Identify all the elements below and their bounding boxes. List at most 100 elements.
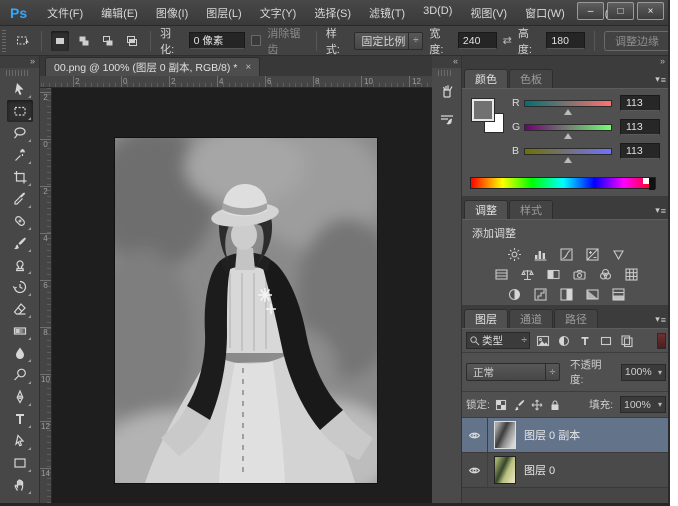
color-lookup-icon[interactable] [622,266,640,283]
minimize-button[interactable]: – [577,2,604,20]
menu-item-3d[interactable]: 3D(D) [415,1,460,25]
rectangular-marquee-tool[interactable] [7,100,33,122]
menu-item-layer[interactable]: 图层(L) [198,1,249,25]
refine-edge-button[interactable]: 调整边缘 [604,31,670,51]
tool-preset-picker[interactable] [14,31,32,51]
fill-input[interactable]: 100% ▾ [620,396,666,413]
pen-tool[interactable] [7,386,33,408]
swap-dimensions-icon[interactable]: ⇄ [503,34,512,47]
height-input[interactable]: 180 [546,32,585,49]
blue-slider[interactable] [524,148,612,155]
lock-transparent-pixels-icon[interactable] [494,397,508,413]
tool-presets-icon[interactable] [435,106,459,130]
options-bar-grip[interactable] [2,30,6,52]
tab-styles[interactable]: 样式 [509,200,553,219]
opacity-input[interactable]: 100% ▾ [621,364,666,381]
curves-icon[interactable] [557,246,575,263]
vertical-ruler[interactable]: 2 0 2 4 6 8 10 12 14 [40,88,52,506]
selective-color-icon[interactable] [609,286,627,303]
menu-item-filter[interactable]: 滤镜(T) [361,1,413,25]
menu-item-view[interactable]: 视图(V) [462,1,515,25]
toolbar-grip[interactable] [6,70,29,76]
subtract-selection-mode-button[interactable] [99,31,117,51]
brightness-contrast-icon[interactable] [505,246,523,263]
dock-grip[interactable] [438,70,451,76]
posterize-icon[interactable] [531,286,549,303]
menu-item-select[interactable]: 选择(S) [306,1,359,25]
maximize-button[interactable]: □ [607,2,634,20]
green-slider[interactable] [524,124,612,131]
tab-layers[interactable]: 图层 [464,309,508,328]
blend-mode-select[interactable]: 正常 ÷ [466,363,560,381]
color-panel-menu-icon[interactable]: ▾≡ [655,74,666,85]
hand-tool[interactable] [7,474,33,496]
green-value-input[interactable]: 113 [620,119,660,135]
red-value-input[interactable]: 113 [620,95,660,111]
vibrance-icon[interactable] [609,246,627,263]
horizontal-ruler[interactable]: 2 0 2 4 6 8 10 12 [40,76,432,88]
magic-wand-tool[interactable] [7,144,33,166]
antialias-checkbox[interactable] [251,35,261,46]
menu-item-image[interactable]: 图像(I) [148,1,196,25]
layer-filter-toggle[interactable] [657,333,666,349]
menu-item-file[interactable]: 文件(F) [39,1,91,25]
gradient-tool[interactable] [7,320,33,342]
document-tab[interactable]: 00.png @ 100% (图层 0 副本, RGB/8) * × [45,57,260,76]
toolbar-collapse-icon[interactable]: » [0,56,39,68]
add-selection-mode-button[interactable] [75,31,93,51]
width-input[interactable]: 240 [458,32,497,49]
filter-type-layers-icon[interactable] [577,333,593,349]
clone-stamp-tool[interactable] [7,254,33,276]
crop-tool[interactable] [7,166,33,188]
layer-row-0[interactable]: 图层 0 副本 [462,418,670,453]
history-brush-tool[interactable] [7,276,33,298]
layer-row-1[interactable]: 图层 0 [462,453,670,488]
color-balance-icon[interactable] [518,266,536,283]
menu-item-window[interactable]: 窗口(W) [517,1,573,25]
threshold-icon[interactable] [557,286,575,303]
tab-swatches[interactable]: 色板 [509,69,553,88]
eraser-tool[interactable] [7,298,33,320]
hue-saturation-icon[interactable] [492,266,510,283]
levels-icon[interactable] [531,246,549,263]
adjustments-panel-menu-icon[interactable]: ▾≡ [655,205,666,216]
invert-icon[interactable] [505,286,523,303]
red-slider-thumb[interactable] [564,109,572,115]
close-tab-icon[interactable]: × [245,62,251,73]
dropdown-icon[interactable]: ▾ [658,400,662,409]
blue-value-input[interactable]: 113 [620,143,660,159]
photo-filter-icon[interactable] [570,266,588,283]
blur-tool[interactable] [7,342,33,364]
style-select[interactable]: 固定比例 ÷ [354,32,423,50]
tab-adjustments[interactable]: 调整 [464,200,508,219]
layer-thumbnail[interactable] [494,421,516,449]
green-slider-thumb[interactable] [564,133,572,139]
black-swatch[interactable] [649,178,655,190]
new-selection-mode-button[interactable] [51,31,69,51]
gradient-map-icon[interactable] [583,286,601,303]
layer-visibility-toggle[interactable] [462,418,488,452]
brush-tool[interactable] [7,232,33,254]
channel-mixer-icon[interactable] [596,266,614,283]
tab-channels[interactable]: 通道 [509,309,553,328]
panels-collapse-icon[interactable]: » [462,56,670,68]
feather-input[interactable]: 0 像素 [189,32,246,49]
filter-type-select[interactable]: 类型 ÷ [466,332,530,349]
exposure-icon[interactable] [583,246,601,263]
document-image[interactable] [115,138,377,483]
filter-smart-object-icon[interactable] [619,333,635,349]
dodge-tool[interactable] [7,364,33,386]
type-tool[interactable] [7,408,33,430]
menu-item-edit[interactable]: 编辑(E) [93,1,146,25]
tab-paths[interactable]: 路径 [554,309,598,328]
blue-slider-thumb[interactable] [564,157,572,163]
layer-thumbnail[interactable] [494,456,516,484]
eyedropper-tool[interactable] [7,188,33,210]
move-tool[interactable] [7,78,33,100]
color-spectrum-ramp[interactable] [470,177,656,189]
layer-visibility-toggle[interactable] [462,453,488,487]
foreground-color-swatch[interactable] [472,99,494,121]
spinner-icon[interactable]: ÷ [408,33,422,49]
red-slider[interactable] [524,100,612,107]
lock-all-icon[interactable] [548,397,562,413]
